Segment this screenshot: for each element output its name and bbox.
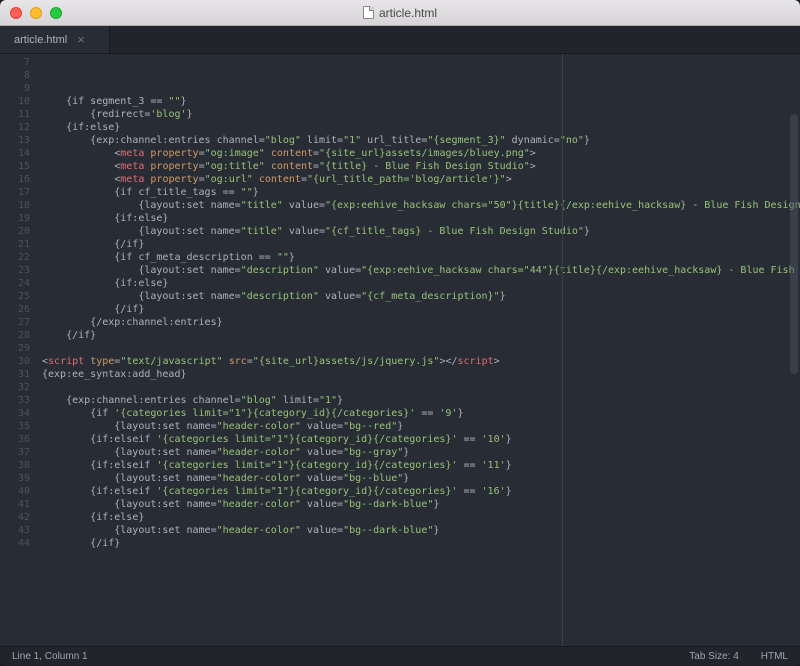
code-line[interactable]: {layout:set name="header-color" value="b… [42, 472, 800, 485]
window-title-text: article.html [379, 6, 437, 20]
line-number: 14 [0, 147, 42, 160]
tab-label: article.html [14, 34, 67, 46]
line-number: 33 [0, 394, 42, 407]
code-line[interactable]: {layout:set name="header-color" value="b… [42, 524, 800, 537]
code-line[interactable]: {if:elseif '{categories limit="1"}{categ… [42, 459, 800, 472]
line-number: 38 [0, 459, 42, 472]
line-number: 9 [0, 82, 42, 95]
tab-bar: article.html × [0, 26, 800, 54]
code-line[interactable]: {if cf_title_tags == ""} [42, 186, 800, 199]
window-title: article.html [363, 6, 437, 20]
line-number: 16 [0, 173, 42, 186]
code-line[interactable] [42, 550, 800, 563]
line-number: 30 [0, 355, 42, 368]
code-line[interactable]: {exp:channel:entries channel="blog" limi… [42, 134, 800, 147]
line-number: 26 [0, 303, 42, 316]
code-line[interactable]: {layout:set name="header-color" value="b… [42, 446, 800, 459]
minimize-button[interactable] [30, 7, 42, 19]
line-number: 31 [0, 368, 42, 381]
line-number: 8 [0, 69, 42, 82]
line-number: 40 [0, 485, 42, 498]
code-line[interactable]: <meta property="og:title" content="{titl… [42, 160, 800, 173]
line-number: 35 [0, 420, 42, 433]
line-number: 17 [0, 186, 42, 199]
language-indicator[interactable]: HTML [761, 651, 788, 662]
tab-size-indicator[interactable]: Tab Size: 4 [689, 651, 738, 662]
code-line[interactable] [42, 342, 800, 355]
status-bar: Line 1, Column 1 Tab Size: 4 HTML [0, 646, 800, 666]
cursor-position[interactable]: Line 1, Column 1 [12, 651, 88, 662]
code-line[interactable]: <meta property="og:url" content="{url_ti… [42, 173, 800, 186]
code-line[interactable]: {layout:set name="header-color" value="b… [42, 420, 800, 433]
close-button[interactable] [10, 7, 22, 19]
line-number: 18 [0, 199, 42, 212]
line-number: 22 [0, 251, 42, 264]
line-number: 41 [0, 498, 42, 511]
line-number: 43 [0, 524, 42, 537]
line-number: 28 [0, 329, 42, 342]
line-number: 29 [0, 342, 42, 355]
line-number: 21 [0, 238, 42, 251]
line-number: 10 [0, 95, 42, 108]
line-number: 36 [0, 433, 42, 446]
code-line[interactable]: {if segment_3 == ""} [42, 95, 800, 108]
titlebar[interactable]: article.html [0, 0, 800, 26]
tab-article[interactable]: article.html × [0, 26, 110, 53]
code-line[interactable]: {/if} [42, 537, 800, 550]
line-number: 19 [0, 212, 42, 225]
code-line[interactable]: {if:elseif '{categories limit="1"}{categ… [42, 433, 800, 446]
document-icon [363, 6, 374, 19]
code-line[interactable]: <script type="text/javascript" src="{sit… [42, 355, 800, 368]
editor-window: article.html article.html × 789101112131… [0, 0, 800, 666]
code-line[interactable]: {if:else} [42, 277, 800, 290]
line-number-gutter: 7891011121314151617181920212223242526272… [0, 54, 42, 646]
line-number: 37 [0, 446, 42, 459]
line-number: 12 [0, 121, 42, 134]
line-number: 34 [0, 407, 42, 420]
code-line[interactable] [42, 82, 800, 95]
code-line[interactable]: {redirect='blog'} [42, 108, 800, 121]
line-number: 25 [0, 290, 42, 303]
code-line[interactable]: {layout:set name="title" value="{cf_titl… [42, 225, 800, 238]
code-line[interactable]: {layout:set name="description" value="{c… [42, 290, 800, 303]
code-line[interactable] [42, 381, 800, 394]
code-line[interactable]: {if cf_meta_description == ""} [42, 251, 800, 264]
code-content[interactable]: {if segment_3 == ""} {redirect='blog'} {… [42, 54, 800, 646]
line-number: 44 [0, 537, 42, 550]
line-number: 32 [0, 381, 42, 394]
code-line[interactable]: {/if} [42, 238, 800, 251]
line-number: 42 [0, 511, 42, 524]
line-number: 13 [0, 134, 42, 147]
code-line[interactable]: {if:else} [42, 212, 800, 225]
line-number: 27 [0, 316, 42, 329]
line-number: 23 [0, 264, 42, 277]
code-line[interactable]: {exp:ee_syntax:add_head} [42, 368, 800, 381]
code-line[interactable]: {layout:set name="description" value="{e… [42, 264, 800, 277]
line-number: 39 [0, 472, 42, 485]
line-number: 15 [0, 160, 42, 173]
close-icon[interactable]: × [77, 32, 85, 47]
line-number: 7 [0, 56, 42, 69]
line-number: 11 [0, 108, 42, 121]
code-line[interactable]: {if:else} [42, 121, 800, 134]
code-line[interactable]: {layout:set name="title" value="{exp:eeh… [42, 199, 800, 212]
editor-area[interactable]: 7891011121314151617181920212223242526272… [0, 54, 800, 646]
code-line[interactable]: {if:else} [42, 511, 800, 524]
code-line[interactable]: {/if} [42, 303, 800, 316]
line-number: 24 [0, 277, 42, 290]
code-line[interactable]: {if:elseif '{categories limit="1"}{categ… [42, 485, 800, 498]
code-line[interactable]: <meta property="og:image" content="{site… [42, 147, 800, 160]
code-line[interactable]: {layout:set name="header-color" value="b… [42, 498, 800, 511]
code-line[interactable]: {/if} [42, 329, 800, 342]
code-line[interactable]: {if '{categories limit="1"}{category_id}… [42, 407, 800, 420]
line-number: 20 [0, 225, 42, 238]
traffic-lights [0, 7, 62, 19]
code-line[interactable]: {exp:channel:entries channel="blog" limi… [42, 394, 800, 407]
vertical-scrollbar[interactable] [790, 114, 798, 374]
code-line[interactable]: {/exp:channel:entries} [42, 316, 800, 329]
zoom-button[interactable] [50, 7, 62, 19]
